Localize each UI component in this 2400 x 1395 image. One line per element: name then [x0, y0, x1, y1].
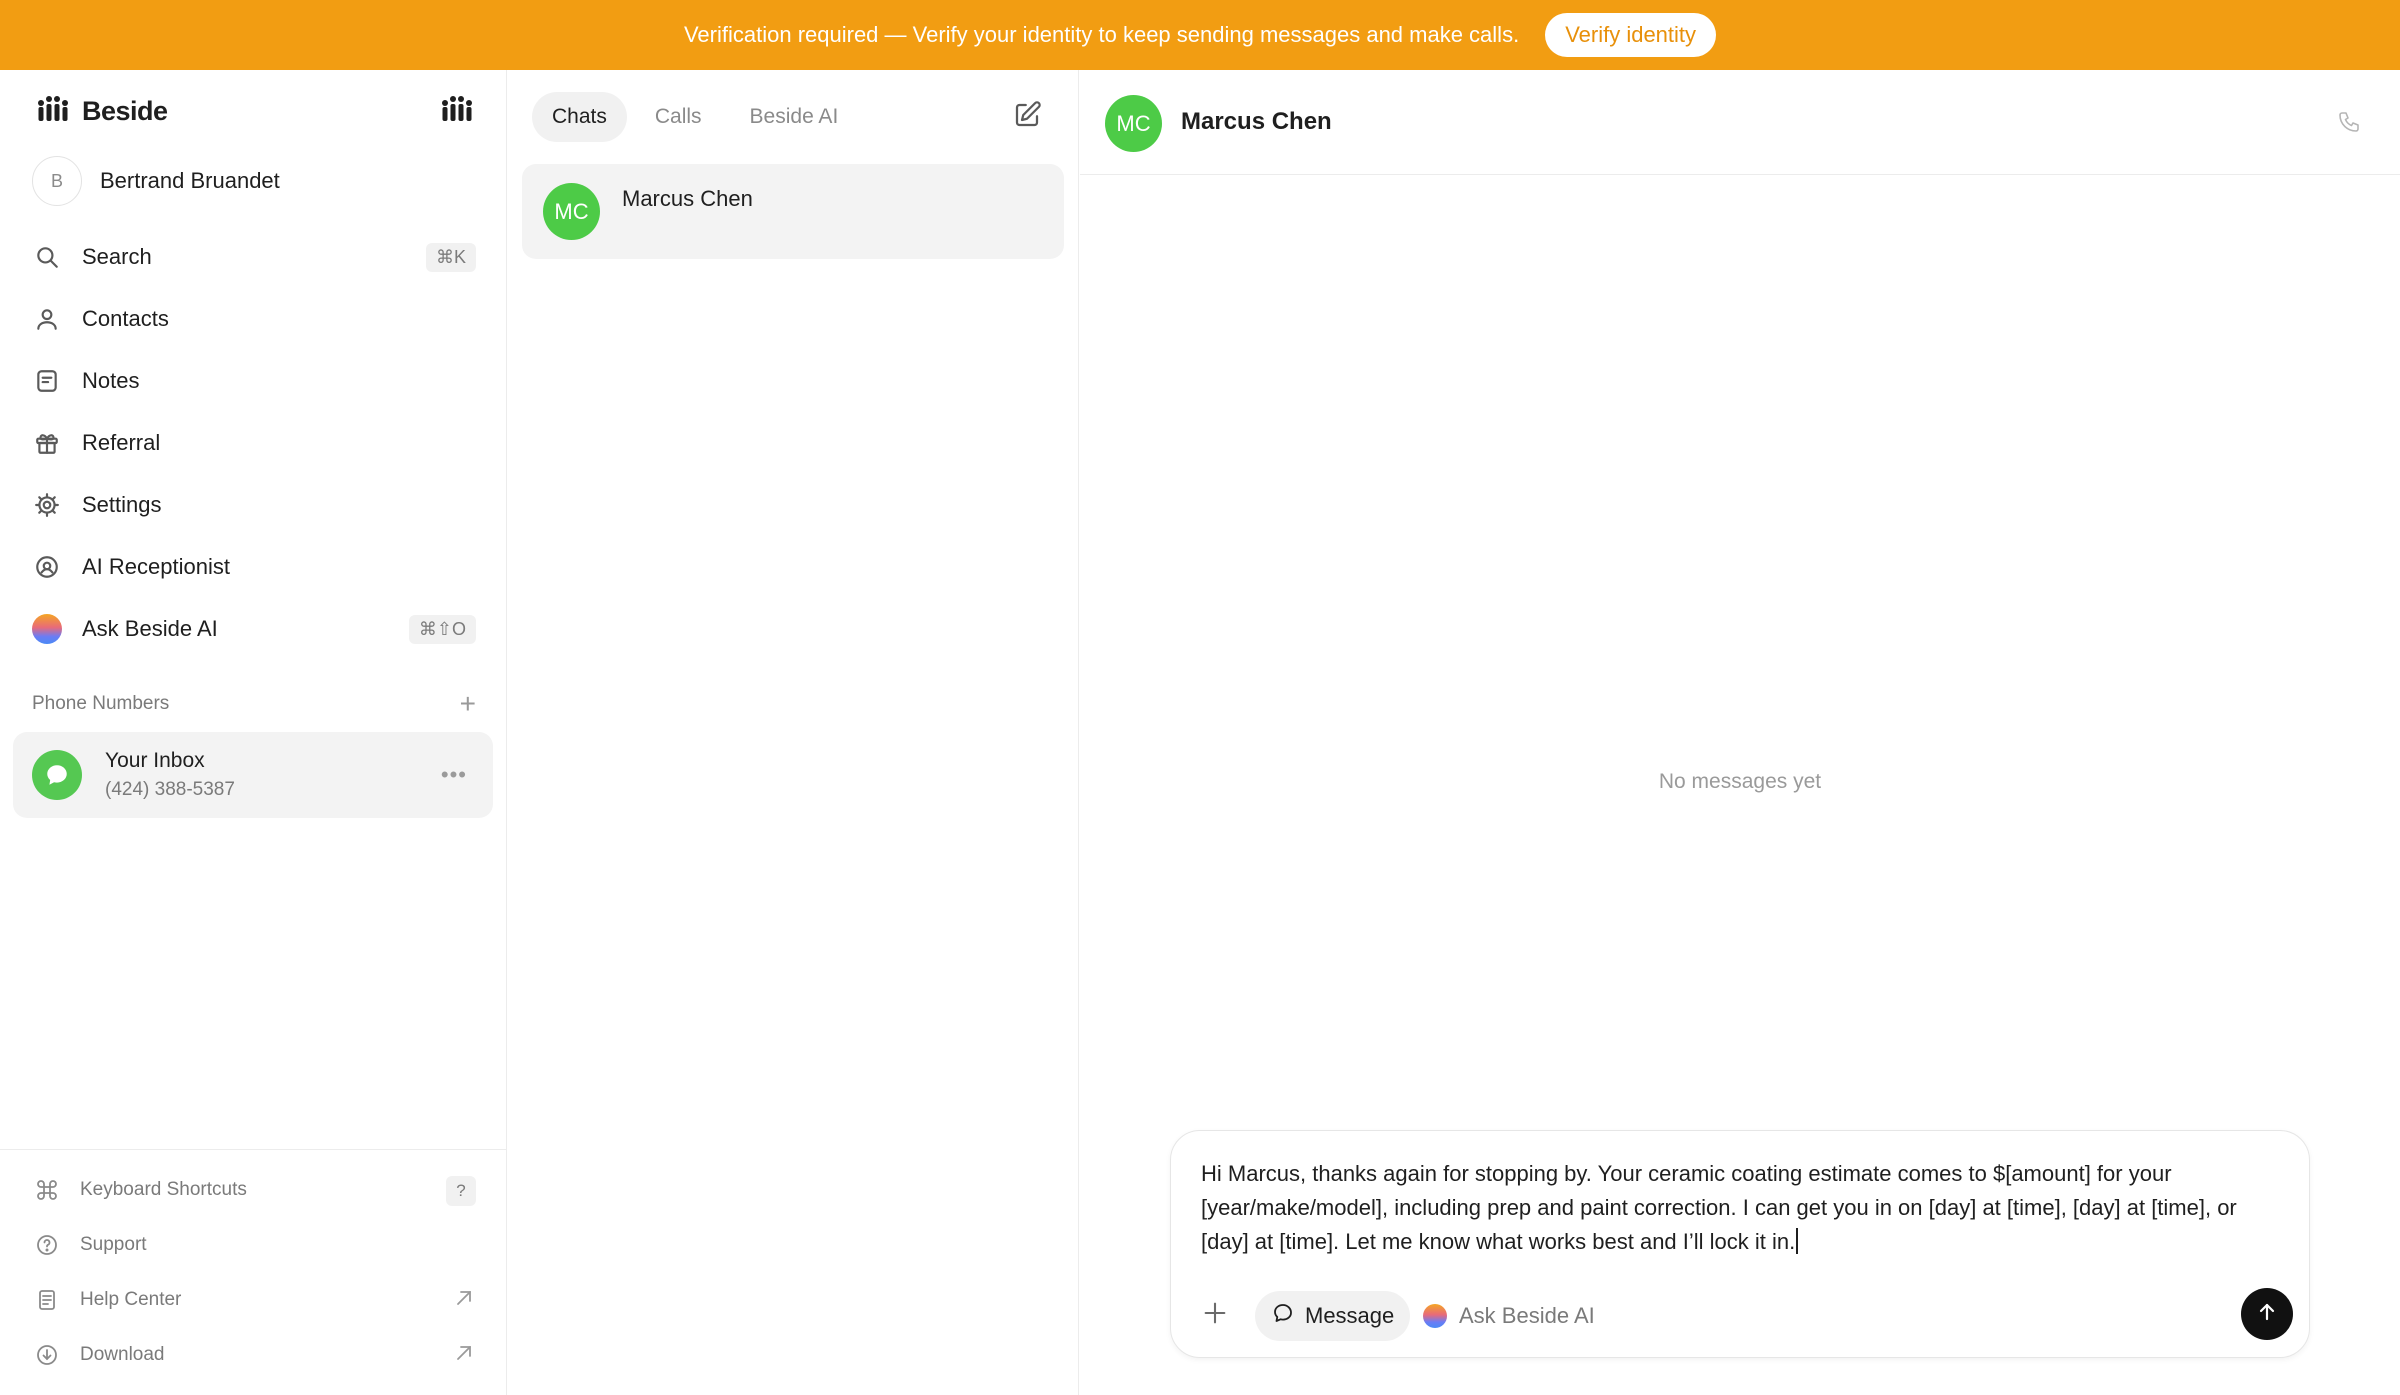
inbox-info: Your Inbox (424) 388-5387: [105, 749, 235, 801]
phone-numbers-label: Phone Numbers: [32, 693, 170, 714]
empty-state-text: No messages yet: [1658, 770, 1822, 793]
brand[interactable]: Beside: [36, 94, 168, 129]
avatar[interactable]: MC: [1105, 95, 1162, 152]
sidebar-item-label: Notes: [82, 368, 140, 393]
tab-beside-ai[interactable]: Beside AI: [730, 92, 859, 142]
banner-text: Verification required — Verify your iden…: [683, 22, 1520, 47]
footer-item-support[interactable]: Support: [32, 1217, 476, 1272]
ask-beside-ai-button[interactable]: Ask Beside AI: [1423, 1291, 1595, 1341]
message-input[interactable]: Hi Marcus, thanks again for stopping by.…: [1201, 1157, 2281, 1259]
contact-name[interactable]: Marcus Chen: [1181, 108, 1332, 136]
external-link-icon: [452, 1341, 476, 1370]
chat-list-panel: Chats Calls Beside AI MC Marcus Chen: [508, 70, 1079, 1395]
divider: [0, 1149, 507, 1150]
send-button[interactable]: [2241, 1288, 2293, 1340]
download-icon: [32, 1340, 62, 1370]
conversation-panel: MC Marcus Chen No messages yet Hi Marcus…: [1080, 70, 2400, 1395]
inbox-item[interactable]: Your Inbox (424) 388-5387 •••: [13, 732, 493, 818]
beside-logo-icon: [36, 94, 70, 129]
more-options-icon[interactable]: •••: [441, 762, 467, 788]
shortcut-badge: ⌘⇧O: [408, 615, 476, 644]
person-icon: [32, 304, 62, 334]
sidebar-item-notes[interactable]: Notes: [32, 350, 476, 412]
footer-item-label: Keyboard Shortcuts: [80, 1178, 247, 1200]
message-mode-button[interactable]: Message: [1255, 1291, 1411, 1341]
brand-name: Beside: [82, 96, 168, 126]
ai-orb-icon: [32, 614, 62, 644]
inbox-phone: (424) 388-5387: [105, 779, 235, 800]
search-icon: [32, 242, 62, 272]
team-logo-icon[interactable]: [440, 94, 474, 129]
sidebar-item-contacts[interactable]: Contacts: [32, 288, 476, 350]
draft-text: Hi Marcus, thanks again for stopping by.…: [1201, 1161, 2237, 1254]
sidebar-item-settings[interactable]: Settings: [32, 474, 476, 536]
sidebar: Beside B Bertrand Bruandet Search ⌘K Con…: [0, 70, 507, 1395]
sidebar-footer: Keyboard Shortcuts ? Support Help Center…: [32, 1162, 476, 1382]
compose-icon[interactable]: [1012, 100, 1042, 135]
message-composer: Hi Marcus, thanks again for stopping by.…: [1170, 1130, 2310, 1358]
phone-numbers-header: Phone Numbers +: [32, 690, 476, 718]
text-caret: [1796, 1228, 1799, 1254]
document-icon: [32, 1285, 62, 1315]
tab-chats[interactable]: Chats: [532, 92, 627, 142]
sidebar-item-label: Contacts: [82, 306, 169, 331]
ai-orb-icon: [1423, 1304, 1447, 1328]
chat-bubble-icon: [32, 750, 82, 800]
external-link-icon: [452, 1286, 476, 1315]
footer-item-keyboard-shortcuts[interactable]: Keyboard Shortcuts ?: [32, 1162, 476, 1217]
tab-calls[interactable]: Calls: [635, 92, 722, 142]
gift-icon: [32, 428, 62, 458]
sidebar-item-label: Referral: [82, 430, 161, 455]
attach-plus-icon[interactable]: [1201, 1299, 1229, 1332]
sidebar-item-label: Settings: [82, 492, 162, 517]
sidebar-item-ask-beside-ai[interactable]: Ask Beside AI ⌘⇧O: [32, 598, 476, 660]
command-icon: [32, 1175, 62, 1205]
verify-identity-button[interactable]: Verify identity: [1545, 13, 1717, 57]
chat-list-item[interactable]: MC Marcus Chen: [522, 164, 1064, 259]
footer-item-label: Support: [80, 1233, 147, 1255]
footer-item-label: Download: [80, 1343, 165, 1365]
inbox-name: Your Inbox: [105, 749, 205, 772]
conversation-header: MC Marcus Chen: [1080, 70, 2400, 175]
footer-item-download[interactable]: Download: [32, 1327, 476, 1382]
sidebar-item-label: Ask Beside AI: [82, 616, 218, 641]
notes-icon: [32, 366, 62, 396]
avatar: B: [32, 156, 82, 206]
shortcut-badge: ⌘K: [425, 243, 476, 272]
receptionist-icon: [32, 552, 62, 582]
sidebar-item-search[interactable]: Search ⌘K: [32, 226, 476, 288]
chat-contact-name: Marcus Chen: [622, 186, 753, 211]
user-profile[interactable]: B Bertrand Bruandet: [32, 156, 280, 206]
ask-ai-label: Ask Beside AI: [1459, 1303, 1595, 1328]
sidebar-item-referral[interactable]: Referral: [32, 412, 476, 474]
phone-icon[interactable]: [2337, 110, 2361, 139]
sidebar-item-ai-receptionist[interactable]: AI Receptionist: [32, 536, 476, 598]
avatar: MC: [543, 183, 600, 240]
shortcut-badge: ?: [446, 1176, 476, 1206]
sidebar-item-label: Search: [82, 244, 152, 269]
add-phone-number-icon[interactable]: +: [460, 690, 476, 718]
question-icon: [32, 1230, 62, 1260]
verification-banner: Verification required — Verify your iden…: [0, 0, 2400, 70]
chat-tabs: Chats Calls Beside AI: [532, 92, 858, 142]
message-mode-label: Message: [1305, 1303, 1395, 1328]
sidebar-nav: Search ⌘K Contacts Notes Referral Settin…: [32, 226, 476, 660]
chat-bubble-icon: [1271, 1301, 1295, 1331]
user-name: Bertrand Bruandet: [100, 168, 280, 193]
arrow-up-icon: [2255, 1300, 2279, 1329]
footer-item-label: Help Center: [80, 1288, 182, 1310]
gear-icon: [32, 490, 62, 520]
footer-item-help-center[interactable]: Help Center: [32, 1272, 476, 1327]
sidebar-item-label: AI Receptionist: [82, 554, 230, 579]
